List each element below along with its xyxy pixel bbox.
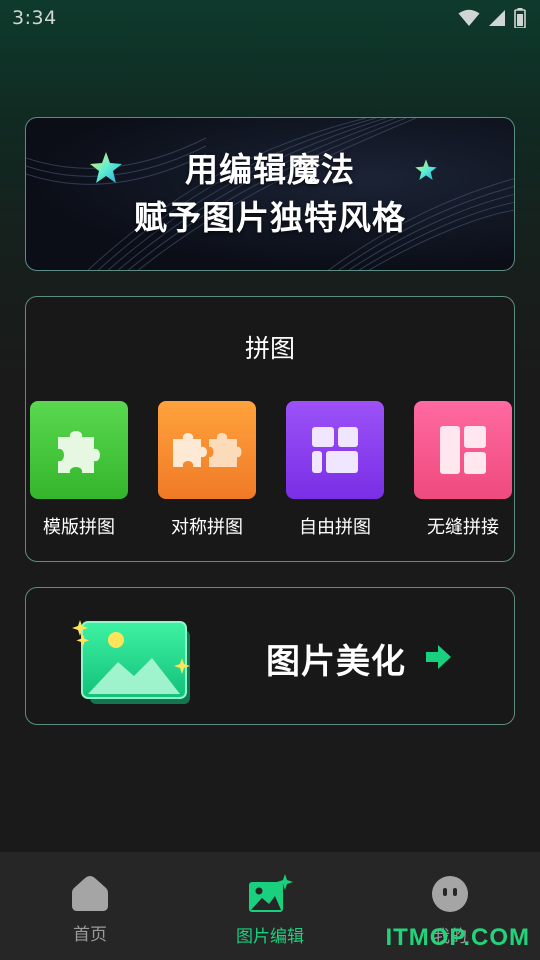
seamless-collage-button[interactable]: 无缝拼接 bbox=[408, 401, 518, 539]
template-collage-button[interactable]: 模版拼图 bbox=[24, 401, 134, 539]
promo-banner[interactable]: 用编辑魔法 赋予图片独特风格 bbox=[25, 117, 515, 271]
banner-line-1: 用编辑魔法 bbox=[185, 150, 355, 189]
nav-item-home[interactable]: 首页 bbox=[30, 874, 150, 945]
free-collage-label: 自由拼图 bbox=[299, 517, 371, 538]
banner-headline: 用编辑魔法 赋予图片独特风格 bbox=[26, 146, 514, 242]
photo-sparkle-icon bbox=[72, 620, 190, 704]
symmetric-collage-button[interactable]: 对称拼图 bbox=[152, 401, 262, 539]
cellular-signal-icon bbox=[489, 10, 505, 26]
status-icons bbox=[458, 8, 526, 28]
puzzle-piece-icon bbox=[58, 431, 100, 473]
status-time: 3:34 bbox=[12, 7, 57, 29]
face-icon bbox=[432, 876, 468, 912]
collage-section: 拼图 模版拼图 对称拼图 自由拼图 无缝拼接 bbox=[25, 296, 515, 562]
template-collage-label: 模版拼图 bbox=[43, 517, 115, 538]
status-bar: 3:34 bbox=[0, 0, 540, 36]
seamless-grid-icon bbox=[440, 426, 486, 474]
nav-label-image-edit: 图片编辑 bbox=[236, 927, 304, 947]
template-collage-tile[interactable] bbox=[30, 401, 128, 499]
nav-label-home: 首页 bbox=[73, 925, 107, 945]
free-collage-tile[interactable] bbox=[286, 401, 384, 499]
image-edit-icon bbox=[249, 874, 293, 912]
seamless-collage-tile[interactable] bbox=[414, 401, 512, 499]
collage-title: 拼图 bbox=[244, 334, 295, 363]
arrow-right-icon bbox=[426, 645, 451, 669]
watermark: ITMOP.COM bbox=[385, 924, 530, 951]
double-puzzle-icon bbox=[173, 433, 242, 467]
wifi-icon bbox=[458, 9, 480, 26]
symmetric-collage-label: 对称拼图 bbox=[171, 517, 243, 538]
photo-beautify-label: 图片美化 bbox=[266, 642, 406, 682]
free-collage-button[interactable]: 自由拼图 bbox=[280, 401, 390, 539]
free-layout-icon bbox=[312, 427, 358, 473]
banner-line-2: 赋予图片独特风格 bbox=[134, 198, 406, 237]
bottom-navigation: 首页 图片编辑 我的 ITMOP.COM bbox=[0, 852, 540, 960]
seamless-collage-label: 无缝拼接 bbox=[427, 517, 499, 538]
battery-icon bbox=[514, 8, 526, 28]
home-icon bbox=[72, 876, 108, 911]
photo-beautify-button[interactable]: 图片美化 bbox=[25, 587, 515, 725]
symmetric-collage-tile[interactable] bbox=[158, 401, 256, 499]
nav-item-image-edit[interactable]: 图片编辑 bbox=[210, 874, 330, 947]
